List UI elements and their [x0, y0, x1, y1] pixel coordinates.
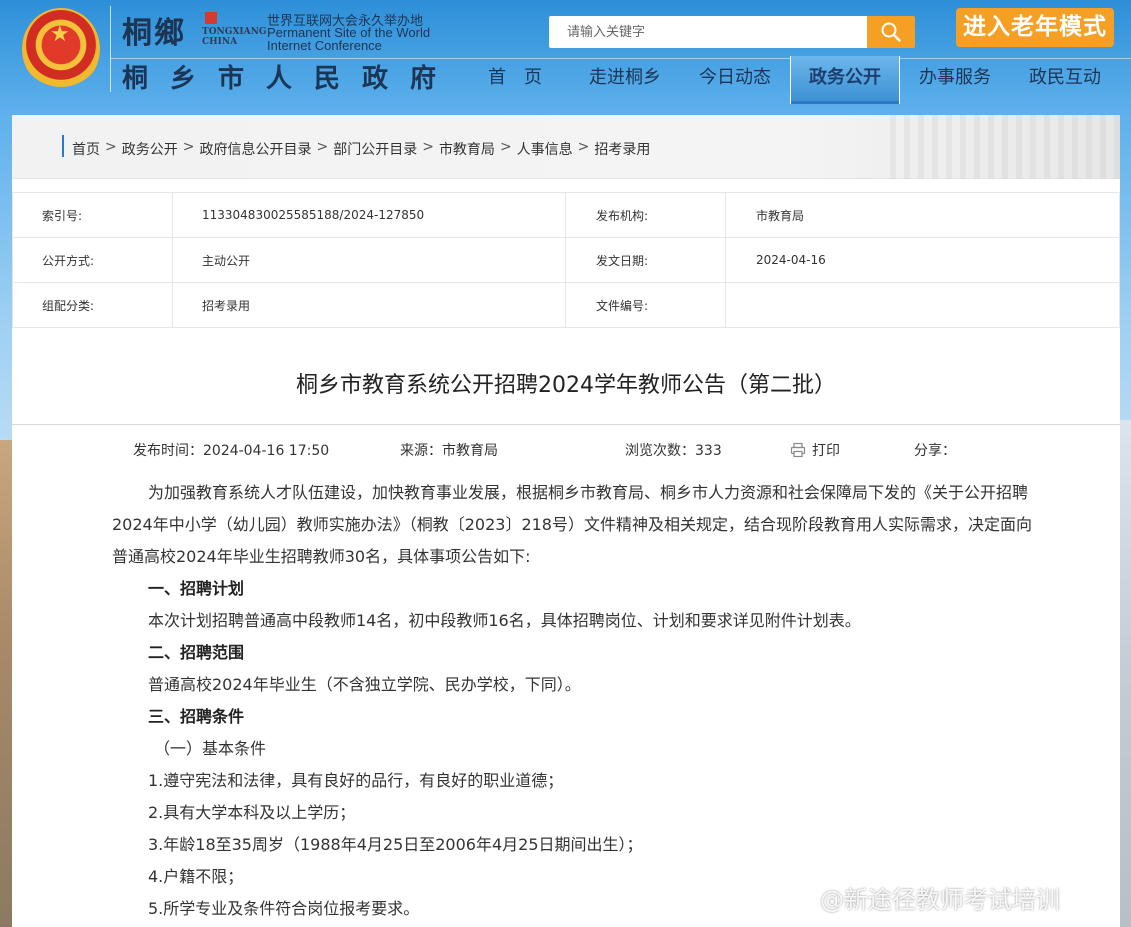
breadcrumb-education-bureau[interactable]: 市教育局: [439, 139, 495, 159]
breadcrumb-personnel[interactable]: 人事信息: [517, 139, 573, 159]
breadcrumb: 首页 > 政务公开 > 政府信息公开目录 > 部门公开目录 > 市教育局 > 人事信息 > …: [72, 139, 650, 159]
share-label: 分享：: [914, 443, 956, 459]
breadcrumb-marker: [62, 135, 64, 157]
meta-row: 索引号: 113304830025585188/2024-127850 发布机构…: [12, 192, 1120, 238]
elder-mode-button[interactable]: 进入老年模式: [956, 8, 1114, 47]
meta-key-disclosure: 公开方式:: [12, 237, 173, 283]
header-divider: [110, 6, 111, 92]
breadcrumb-recruitment[interactable]: 招考录用: [594, 139, 650, 159]
print-label: 打印: [812, 443, 840, 459]
meta-row: 组配分类: 招考录用 文件编号:: [12, 282, 1120, 328]
section-paragraph: 本次计划招聘普通高中段教师14名，初中段教师16名，具体招聘岗位、计划和要求详见…: [148, 611, 861, 630]
list-item: 3.年龄18至35周岁（1988年4月25日至2006年4月25日期间出生）；: [148, 835, 643, 854]
nav-today-news[interactable]: 今日动态: [680, 56, 790, 104]
breadcrumb-decoration: [890, 115, 1120, 179]
main-content: 首页 > 政务公开 > 政府信息公开目录 > 部门公开目录 > 市教育局 > 人事信息 > …: [12, 115, 1120, 927]
wic-label-en-line2: Internet Conference: [267, 38, 382, 53]
breadcrumb-gov-affairs[interactable]: 政务公开: [122, 139, 178, 159]
section-heading: 二、招聘范围: [148, 643, 245, 662]
nav-about-tongxiang[interactable]: 走进桐乡: [570, 56, 680, 104]
meta-key-index: 索引号:: [12, 192, 173, 238]
breadcrumb-info-catalog[interactable]: 政府信息公开目录: [199, 139, 311, 159]
breadcrumb-separator: >: [499, 139, 512, 155]
print-button[interactable]: 打印: [790, 440, 840, 460]
printer-icon: [790, 442, 806, 458]
sub-heading: （一）基本条件: [154, 739, 267, 758]
scenery-right: [1119, 420, 1131, 927]
breadcrumb-bar: 首页 > 政务公开 > 政府信息公开目录 > 部门公开目录 > 市教育局 > 人事信息 > …: [12, 115, 1120, 179]
article-title: 桐乡市教育系统公开招聘2024学年教师公告（第二批）: [296, 373, 836, 398]
list-item: 2.具有大学本科及以上学历；: [148, 803, 356, 822]
title-divider: [12, 424, 1120, 425]
breadcrumb-dept-catalog[interactable]: 部门公开目录: [333, 139, 417, 159]
nav-interaction[interactable]: 政民互动: [1010, 56, 1120, 104]
list-item: 1.遵守宪法和法律，具有良好的品行，有良好的职业道德；: [148, 771, 564, 790]
nav-home[interactable]: 首 页: [460, 56, 570, 104]
section-heading: 一、招聘计划: [148, 579, 245, 598]
nav-services[interactable]: 办事服务: [900, 56, 1010, 104]
meta-value-publisher: 市教育局: [725, 192, 1120, 238]
publish-time: 发布时间：2024-04-16 17:50: [133, 443, 330, 459]
nav-gov-affairs[interactable]: 政务公开: [790, 56, 900, 104]
weibo-icon: [780, 884, 816, 911]
watermark: @新途径教师考试培训: [780, 880, 1060, 915]
meta-key-doc-number: 文件编号:: [565, 282, 726, 328]
national-emblem-icon: [22, 8, 100, 90]
meta-key-date: 发文日期:: [565, 237, 726, 283]
breadcrumb-separator: >: [105, 139, 117, 155]
breadcrumb-separator: >: [422, 139, 434, 155]
meta-value-doc-number: [725, 282, 1120, 328]
watermark-text: @新途径教师考试培训: [820, 886, 1060, 914]
wic-label-en: Permanent Site of the World Internet Con…: [267, 26, 430, 52]
breadcrumb-separator: >: [577, 139, 590, 155]
city-logo[interactable]: 桐鄉: [122, 8, 186, 52]
search-icon: [881, 22, 901, 42]
view-count: 浏览次数：333: [625, 443, 722, 459]
site-header: ★ 桐鄉 TONGXIANG CHINA 世界互联网大会永久举办地 Perman…: [0, 0, 1131, 108]
search-input[interactable]: [549, 16, 867, 48]
meta-value-date: 2024-04-16: [725, 237, 1120, 283]
main-nav: 首 页 走进桐乡 今日动态 政务公开 办事服务 政民互动: [460, 56, 1120, 104]
tongxiang-label: TONGXIANG CHINA: [202, 27, 267, 47]
meta-value-disclosure: 主动公开: [172, 237, 566, 283]
source: 来源：市教育局: [400, 443, 498, 459]
meta-value-category: 招考录用: [172, 282, 566, 328]
meta-key-publisher: 发布机构:: [565, 192, 726, 238]
breadcrumb-separator: >: [182, 139, 195, 155]
search-button[interactable]: [867, 16, 915, 48]
intro-paragraph: 为加强教育系统人才队伍建设，加快教育事业发展，根据桐乡市教育局、桐乡市人力资源和…: [112, 483, 1032, 566]
article-body: 为加强教育系统人才队伍建设，加快教育事业发展，根据桐乡市教育局、桐乡市人力资源和…: [112, 477, 1032, 925]
section-heading: 三、招聘条件: [148, 707, 245, 726]
section-paragraph: 普通高校2024年毕业生（不含独立学院、民办学校，下同）。: [148, 675, 581, 694]
meta-row: 公开方式: 主动公开 发文日期: 2024-04-16: [12, 237, 1120, 283]
breadcrumb-separator: >: [316, 139, 329, 155]
emblem-star-icon: ★: [50, 22, 70, 47]
meta-value-index: 113304830025585188/2024-127850: [172, 192, 566, 238]
meta-key-category: 组配分类:: [12, 282, 173, 328]
breadcrumb-home[interactable]: 首页: [72, 139, 100, 159]
tongxiang-badge-icon: [205, 12, 217, 24]
site-title[interactable]: 桐乡市人民政府: [122, 58, 458, 95]
meta-table: 索引号: 113304830025585188/2024-127850 发布机构…: [12, 192, 1120, 328]
